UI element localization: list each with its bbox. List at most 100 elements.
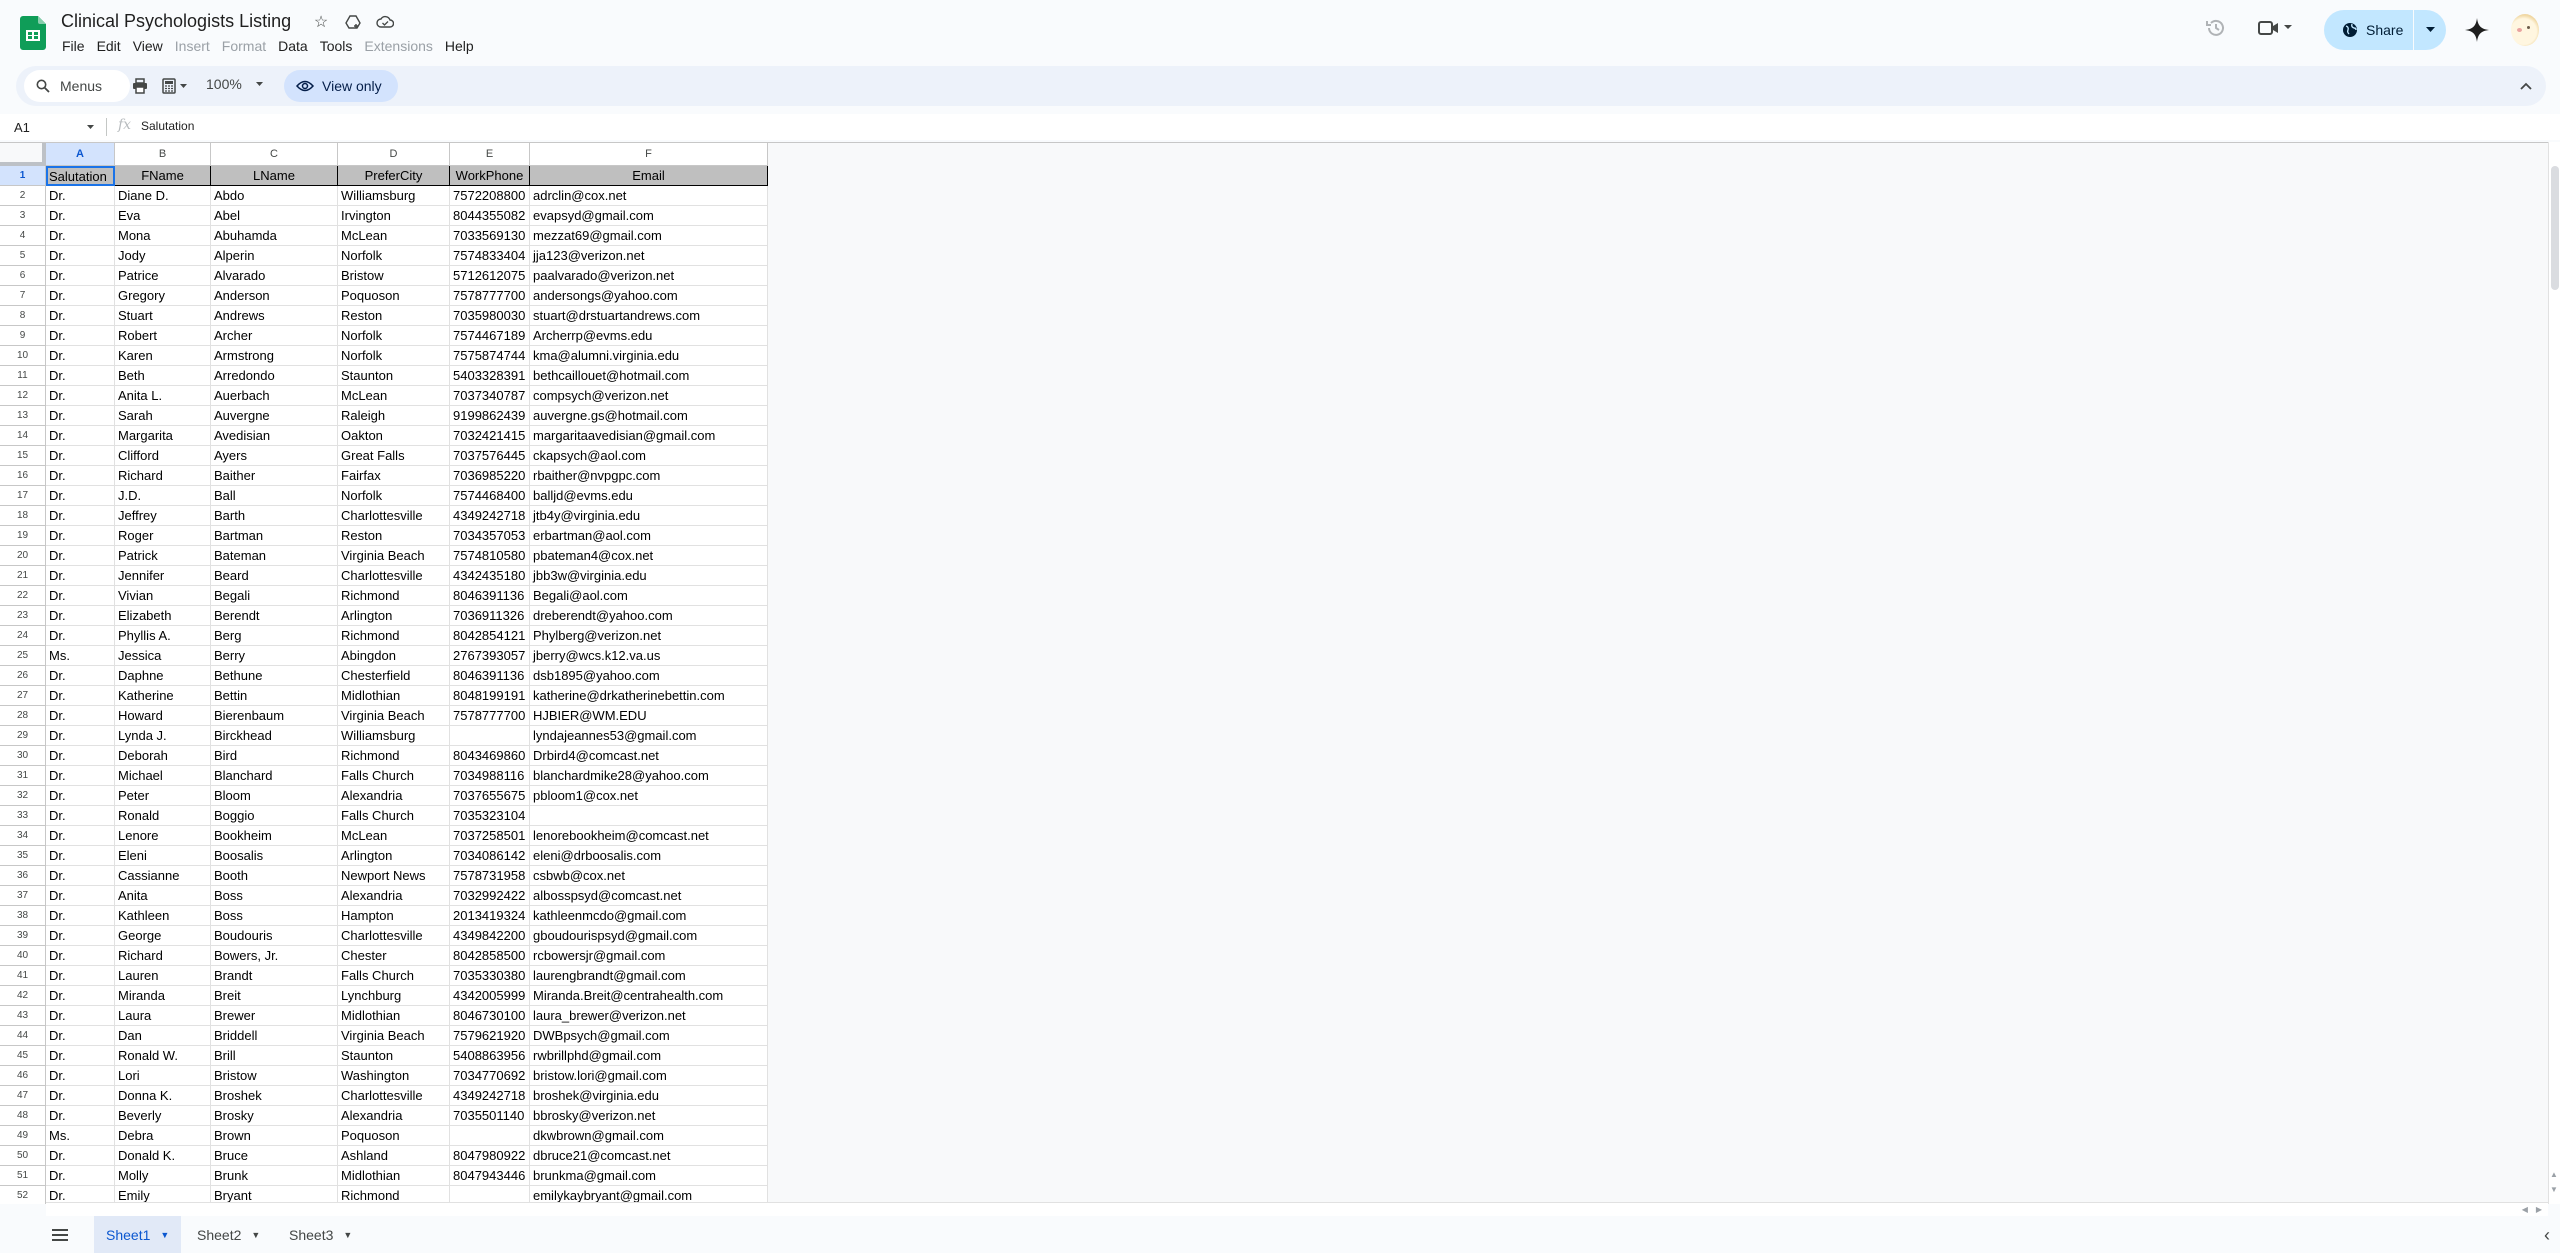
cell-a35[interactable]: Dr. bbox=[46, 846, 115, 866]
sheet-tab-sheet1[interactable]: Sheet1 ▼ bbox=[94, 1216, 182, 1253]
cell-a7[interactable]: Dr. bbox=[46, 286, 115, 306]
cell-f19[interactable]: erbartman@aol.com bbox=[530, 526, 768, 546]
cell-b37[interactable]: Anita bbox=[115, 886, 211, 906]
cell-e26[interactable]: 8046391136 bbox=[450, 666, 530, 686]
cell-a42[interactable]: Dr. bbox=[46, 986, 115, 1006]
google-sheets-logo[interactable] bbox=[20, 16, 46, 50]
cell-e20[interactable]: 7574810580 bbox=[450, 546, 530, 566]
row-header[interactable]: 51 bbox=[0, 1166, 46, 1186]
row-header[interactable]: 22 bbox=[0, 586, 46, 606]
cell-e11[interactable]: 5403328391 bbox=[450, 366, 530, 386]
cell-a28[interactable]: Dr. bbox=[46, 706, 115, 726]
cell-c42[interactable]: Breit bbox=[211, 986, 338, 1006]
row-header[interactable]: 8 bbox=[0, 306, 46, 326]
row-header[interactable]: 41 bbox=[0, 966, 46, 986]
cell-b47[interactable]: Donna K. bbox=[115, 1086, 211, 1106]
cell-e47[interactable]: 4349242718 bbox=[450, 1086, 530, 1106]
cell-a51[interactable]: Dr. bbox=[46, 1166, 115, 1186]
cell-b19[interactable]: Roger bbox=[115, 526, 211, 546]
cell-a39[interactable]: Dr. bbox=[46, 926, 115, 946]
cell-b13[interactable]: Sarah bbox=[115, 406, 211, 426]
cell-c29[interactable]: Birckhead bbox=[211, 726, 338, 746]
column-header-c[interactable]: C bbox=[211, 143, 338, 166]
vertical-scroll-thumb[interactable] bbox=[2551, 166, 2559, 290]
cell-e31[interactable]: 7034988116 bbox=[450, 766, 530, 786]
cell-b9[interactable]: Robert bbox=[115, 326, 211, 346]
scroll-up-arrow[interactable]: ▲ bbox=[2550, 1170, 2558, 1179]
cell-f27[interactable]: katherine@drkatherinebettin.com bbox=[530, 686, 768, 706]
sheet-tab-sheet3[interactable]: Sheet3 ▼ bbox=[277, 1216, 364, 1253]
cell-f41[interactable]: laurengbrandt@gmail.com bbox=[530, 966, 768, 986]
row-header[interactable]: 43 bbox=[0, 1006, 46, 1026]
cell-e36[interactable]: 7578731958 bbox=[450, 866, 530, 886]
cell-f35[interactable]: eleni@drboosalis.com bbox=[530, 846, 768, 866]
search-menus-input[interactable]: Menus bbox=[24, 70, 130, 102]
cell-a13[interactable]: Dr. bbox=[46, 406, 115, 426]
cell-c6[interactable]: Alvarado bbox=[211, 266, 338, 286]
row-header[interactable]: 9 bbox=[0, 326, 46, 346]
row-header[interactable]: 47 bbox=[0, 1086, 46, 1106]
cell-d30[interactable]: Richmond bbox=[338, 746, 450, 766]
cell-d12[interactable]: McLean bbox=[338, 386, 450, 406]
cell-a26[interactable]: Dr. bbox=[46, 666, 115, 686]
row-header[interactable]: 6 bbox=[0, 266, 46, 286]
cell-f20[interactable]: pbateman4@cox.net bbox=[530, 546, 768, 566]
row-header[interactable]: 20 bbox=[0, 546, 46, 566]
cell-c33[interactable]: Boggio bbox=[211, 806, 338, 826]
cell-c27[interactable]: Bettin bbox=[211, 686, 338, 706]
cell-f15[interactable]: ckapsych@aol.com bbox=[530, 446, 768, 466]
cell-a15[interactable]: Dr. bbox=[46, 446, 115, 466]
row-header[interactable]: 2 bbox=[0, 186, 46, 206]
chevron-down-icon[interactable]: ▼ bbox=[251, 1230, 260, 1240]
cell-a11[interactable]: Dr. bbox=[46, 366, 115, 386]
cell-d5[interactable]: Norfolk bbox=[338, 246, 450, 266]
cell-b3[interactable]: Eva bbox=[115, 206, 211, 226]
cell-a10[interactable]: Dr. bbox=[46, 346, 115, 366]
document-title[interactable]: Clinical Psychologists Listing bbox=[61, 11, 291, 32]
cell-a36[interactable]: Dr. bbox=[46, 866, 115, 886]
cell-b14[interactable]: Margarita bbox=[115, 426, 211, 446]
cell-c18[interactable]: Barth bbox=[211, 506, 338, 526]
share-button[interactable]: Share bbox=[2324, 10, 2413, 50]
menu-tools[interactable]: Tools bbox=[314, 36, 359, 56]
calculation-menu-button[interactable] bbox=[162, 76, 187, 96]
column-header-a[interactable]: A bbox=[46, 143, 115, 166]
menu-data[interactable]: Data bbox=[272, 36, 314, 56]
cell-a38[interactable]: Dr. bbox=[46, 906, 115, 926]
cell-a45[interactable]: Dr. bbox=[46, 1046, 115, 1066]
row-header[interactable]: 29 bbox=[0, 726, 46, 746]
cell-d15[interactable]: Great Falls bbox=[338, 446, 450, 466]
cell-c13[interactable]: Auvergne bbox=[211, 406, 338, 426]
cell-e43[interactable]: 8046730100 bbox=[450, 1006, 530, 1026]
cell-e33[interactable]: 7035323104 bbox=[450, 806, 530, 826]
cell-c24[interactable]: Berg bbox=[211, 626, 338, 646]
row-header[interactable]: 50 bbox=[0, 1146, 46, 1166]
row-header[interactable]: 21 bbox=[0, 566, 46, 586]
cell-f17[interactable]: balljd@evms.edu bbox=[530, 486, 768, 506]
cell-e12[interactable]: 7037340787 bbox=[450, 386, 530, 406]
cell-e1[interactable]: WorkPhone bbox=[450, 166, 530, 186]
cell-e23[interactable]: 7036911326 bbox=[450, 606, 530, 626]
cell-f42[interactable]: Miranda.Breit@centrahealth.com bbox=[530, 986, 768, 1006]
row-header[interactable]: 27 bbox=[0, 686, 46, 706]
row-header[interactable]: 52 bbox=[0, 1186, 46, 1204]
scroll-right-arrow[interactable]: ▶ bbox=[2536, 1205, 2542, 1214]
cell-d22[interactable]: Richmond bbox=[338, 586, 450, 606]
cell-d38[interactable]: Hampton bbox=[338, 906, 450, 926]
cell-b6[interactable]: Patrice bbox=[115, 266, 211, 286]
cell-c26[interactable]: Bethune bbox=[211, 666, 338, 686]
cell-a1[interactable]: Salutation bbox=[46, 166, 115, 186]
row-header[interactable]: 33 bbox=[0, 806, 46, 826]
cell-c51[interactable]: Brunk bbox=[211, 1166, 338, 1186]
cell-c14[interactable]: Avedisian bbox=[211, 426, 338, 446]
cell-b29[interactable]: Lynda J. bbox=[115, 726, 211, 746]
cell-f11[interactable]: bethcaillouet@hotmail.com bbox=[530, 366, 768, 386]
row-header[interactable]: 39 bbox=[0, 926, 46, 946]
cell-f10[interactable]: kma@alumni.virginia.edu bbox=[530, 346, 768, 366]
cell-b33[interactable]: Ronald bbox=[115, 806, 211, 826]
cell-c32[interactable]: Bloom bbox=[211, 786, 338, 806]
cloud-saved-icon[interactable] bbox=[374, 11, 396, 33]
row-header[interactable]: 30 bbox=[0, 746, 46, 766]
cell-d11[interactable]: Staunton bbox=[338, 366, 450, 386]
vertical-scrollbar[interactable] bbox=[2548, 142, 2560, 1204]
